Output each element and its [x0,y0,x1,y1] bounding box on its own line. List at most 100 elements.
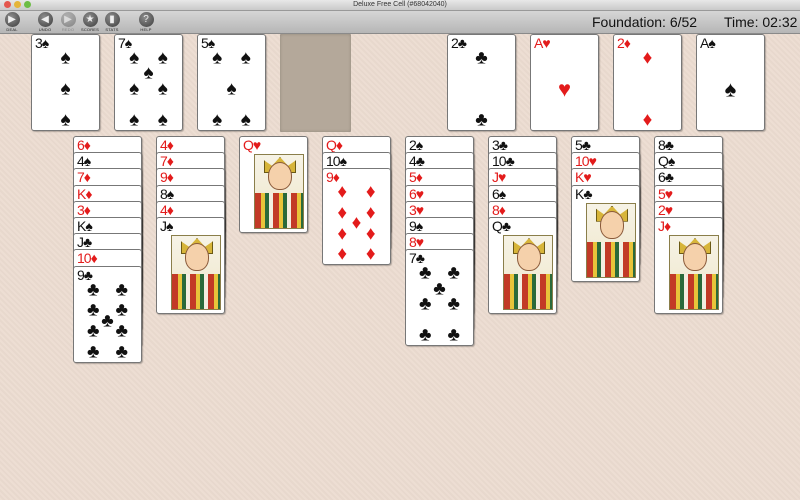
spades-suit-icon: ♠ [415,137,424,153]
hearts-suit-icon: ♥ [664,201,673,218]
card-rank: Q [326,137,337,153]
suit-pip: ♦ [351,212,362,234]
playing-card[interactable]: Q♥ [239,136,308,233]
card-index: K♦ [77,186,93,202]
undo-arrow-icon: ◀ [37,12,53,27]
help-button[interactable]: ? HELP [135,12,157,32]
card-index: Q♥ [243,137,261,153]
star-icon: ★ [82,12,98,27]
card-rank: 5 [409,169,417,186]
card-rank: Q [658,153,669,170]
clubs-suit-icon: ♣ [83,234,92,251]
scores-button[interactable]: ★ SCORES [79,12,101,32]
playing-card[interactable]: 2♣ ♣ ♣ [447,34,516,131]
clubs-suit-icon: ♣ [498,137,508,153]
card-rank: Q [243,137,254,153]
suit-pip: ♠ [60,78,71,100]
card-index: A♥ [534,35,551,51]
card-rank: 7 [77,169,85,186]
suit-pip: ♣ [418,262,432,284]
toolbar-label: HELP [140,27,152,32]
card-index: Q♠ [658,153,676,170]
clubs-suit-icon: ♣ [457,35,467,51]
playing-card[interactable]: 9♦♦♦♦♦♦♦♦♦♦ [322,168,391,266]
suit-pip: ♣ [433,278,446,300]
card-rank: 4 [160,137,168,153]
clubs-suit-icon: ♣ [501,218,511,234]
redo-button[interactable]: ▶ REDO [57,12,79,32]
card-pips: ♠ [705,52,756,126]
empty-free-cell[interactable] [280,34,351,132]
suit-pip: ♣ [86,341,100,363]
playing-card[interactable]: K♣ [571,184,640,282]
suit-pip: ♣ [86,279,100,300]
deal-button[interactable]: ▶ DEAL [1,12,23,32]
playing-card[interactable]: J♠ [156,217,225,314]
suit-pip: ♣ [115,320,128,342]
card-rank: 8 [658,137,666,153]
undo-button[interactable]: ◀ UNDO [34,12,56,32]
suit-pip: ♠ [226,78,237,100]
playing-card[interactable]: J♦ [654,217,723,314]
spades-suit-icon: ♠ [41,35,50,51]
suit-pip: ♠ [60,109,71,131]
redo-arrow-icon: ▶ [60,12,76,27]
foundation-count: Foundation: 6/52 [592,14,698,30]
suit-pip: ♣ [447,293,460,315]
toolbar-label: SCORES [80,27,100,32]
card-index: Q♦ [326,137,343,153]
card-rank: 2 [658,201,666,218]
card-rank: 4 [160,201,168,218]
suit-pip: ♠ [212,47,223,69]
close-window-icon[interactable] [4,1,11,8]
playing-card[interactable]: 5♠ ♠ ♠ ♠ ♠ ♠ [197,34,266,131]
spades-suit-icon: ♠ [667,153,676,170]
card-index: 3♠ [35,35,50,51]
suit-pip: ♠ [724,76,737,102]
playing-card[interactable]: 7♣ ♣ ♣ ♣ ♣ ♣ ♣ ♣ [405,249,474,347]
playing-card[interactable]: 9♣ ♣ ♣ ♣ ♣ ♣ ♣ ♣ ♣ ♣ [73,265,142,363]
suit-pip: ♦ [365,243,376,265]
card-rank: 3 [77,201,85,218]
diamonds-suit-icon: ♦ [83,201,91,218]
card-index: J♦ [658,218,671,234]
card-rank: 6 [492,185,500,202]
suit-pip: ♠ [240,109,251,131]
hearts-suit-icon: ♥ [252,137,261,153]
suit-pip: ♣ [86,320,100,342]
suit-pip: ♥ [557,76,572,102]
suit-pip: ♠ [60,47,71,69]
playing-card[interactable]: 7♠ ♠ ♠ ♠ ♠ ♠ ♠ ♠ [114,34,183,131]
playing-card[interactable]: A♥ ♥ [530,34,599,131]
game-timer: Time: 02:32 [724,14,798,30]
spades-suit-icon: ♠ [166,218,174,234]
suit-pip: ♦ [337,243,348,265]
card-rank: 8 [492,201,500,218]
card-rank: 9 [326,169,334,186]
hearts-suit-icon: ♥ [415,201,424,218]
suit-pip: ♣ [101,310,114,332]
card-rank: Q [492,218,503,234]
card-index: K♠ [77,218,93,234]
suit-pip: ♠ [129,47,140,69]
playing-card[interactable]: 3♠ ♠ ♠ ♠ [31,34,100,131]
minimize-window-icon[interactable] [14,1,21,8]
card-pips: ♣ ♣ ♣ ♣ ♣ ♣ ♣ ♣ ♣ [82,280,133,363]
hearts-suit-icon: ♥ [583,169,591,186]
hearts-suit-icon: ♥ [498,169,506,186]
hearts-suit-icon: ♥ [542,35,550,51]
card-rank: 2 [451,35,459,51]
stats-button[interactable]: ▮ STATS [101,12,123,32]
playing-card[interactable]: Q♣ [488,217,557,314]
card-index: 3♣ [492,137,508,153]
card-pips: ♥ [539,52,590,126]
toolbar-label: STATS [105,27,119,32]
playing-card[interactable]: 2♦ ♦ ♦ [613,34,682,131]
zoom-window-icon[interactable] [24,1,31,8]
playing-card[interactable]: A♠ ♠ [696,34,765,131]
suit-pip: ♠ [157,109,168,131]
card-pips: ♠ ♠ ♠ ♠ ♠ [206,48,257,129]
card-index: Q♣ [492,218,511,234]
suit-pip: ♦ [337,202,348,224]
court-card-portrait [254,154,304,229]
